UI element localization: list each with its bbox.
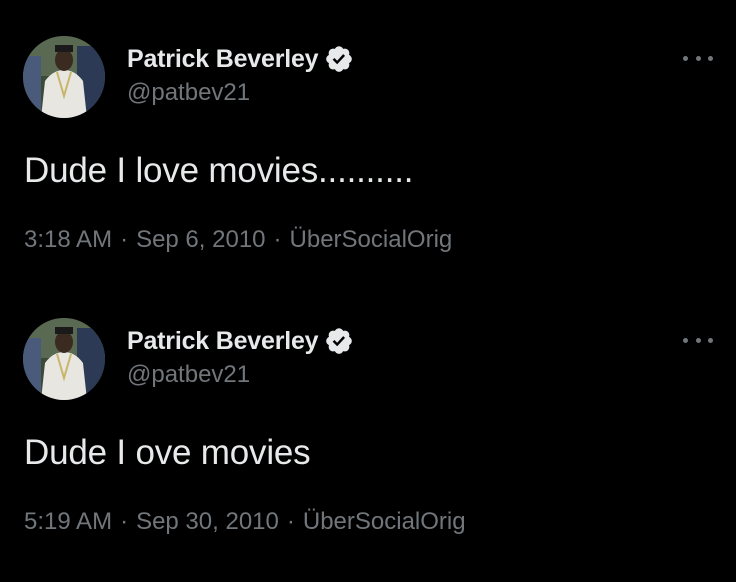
dot (695, 337, 701, 343)
verified-badge-icon (324, 44, 354, 74)
dot (683, 55, 688, 61)
tweet-date[interactable]: Sep 6, 2010 (136, 226, 265, 254)
display-name[interactable]: Patrick Beverley (127, 327, 319, 356)
dot (708, 55, 713, 61)
more-options-icon[interactable] (683, 52, 713, 64)
separator: · (120, 226, 129, 253)
avatar[interactable] (23, 36, 105, 118)
separator: · (273, 226, 282, 253)
author-name-row: Patrick Beverley (127, 43, 354, 75)
tweet-source: ÜberSocialOrig (289, 226, 453, 253)
separator: · (286, 508, 295, 535)
avatar[interactable] (23, 318, 105, 400)
tweet-text: Dude I love movies.......... (24, 151, 414, 190)
tweet-text: Dude I ove movies (24, 433, 311, 472)
author-name-row: Patrick Beverley (127, 325, 354, 357)
tweet-date[interactable]: Sep 30, 2010 (136, 508, 279, 536)
display-name[interactable]: Patrick Beverley (127, 45, 319, 74)
separator: · (120, 508, 129, 535)
handle[interactable]: @patbev21 (127, 79, 250, 107)
tweet[interactable]: Patrick Beverley @patbev21 Dude I ove mo… (0, 282, 736, 564)
dot (683, 337, 688, 343)
tweet[interactable]: Patrick Beverley @patbev21 Dude I love m… (0, 0, 736, 282)
handle[interactable]: @patbev21 (127, 361, 250, 389)
more-options-icon[interactable] (683, 334, 713, 346)
tweet-time[interactable]: 5:19 AM (24, 508, 112, 536)
tweet-source: ÜberSocialOrig (302, 508, 466, 535)
tweet-meta: 3:18 AM · Sep 6, 2010 · ÜberSocialOrig (24, 226, 452, 254)
tweet-time[interactable]: 3:18 AM (24, 226, 112, 254)
dot (708, 337, 713, 343)
dot (695, 55, 701, 61)
tweet-meta: 5:19 AM · Sep 30, 2010 · ÜberSocialOrig (24, 508, 466, 536)
verified-badge-icon (324, 326, 354, 356)
